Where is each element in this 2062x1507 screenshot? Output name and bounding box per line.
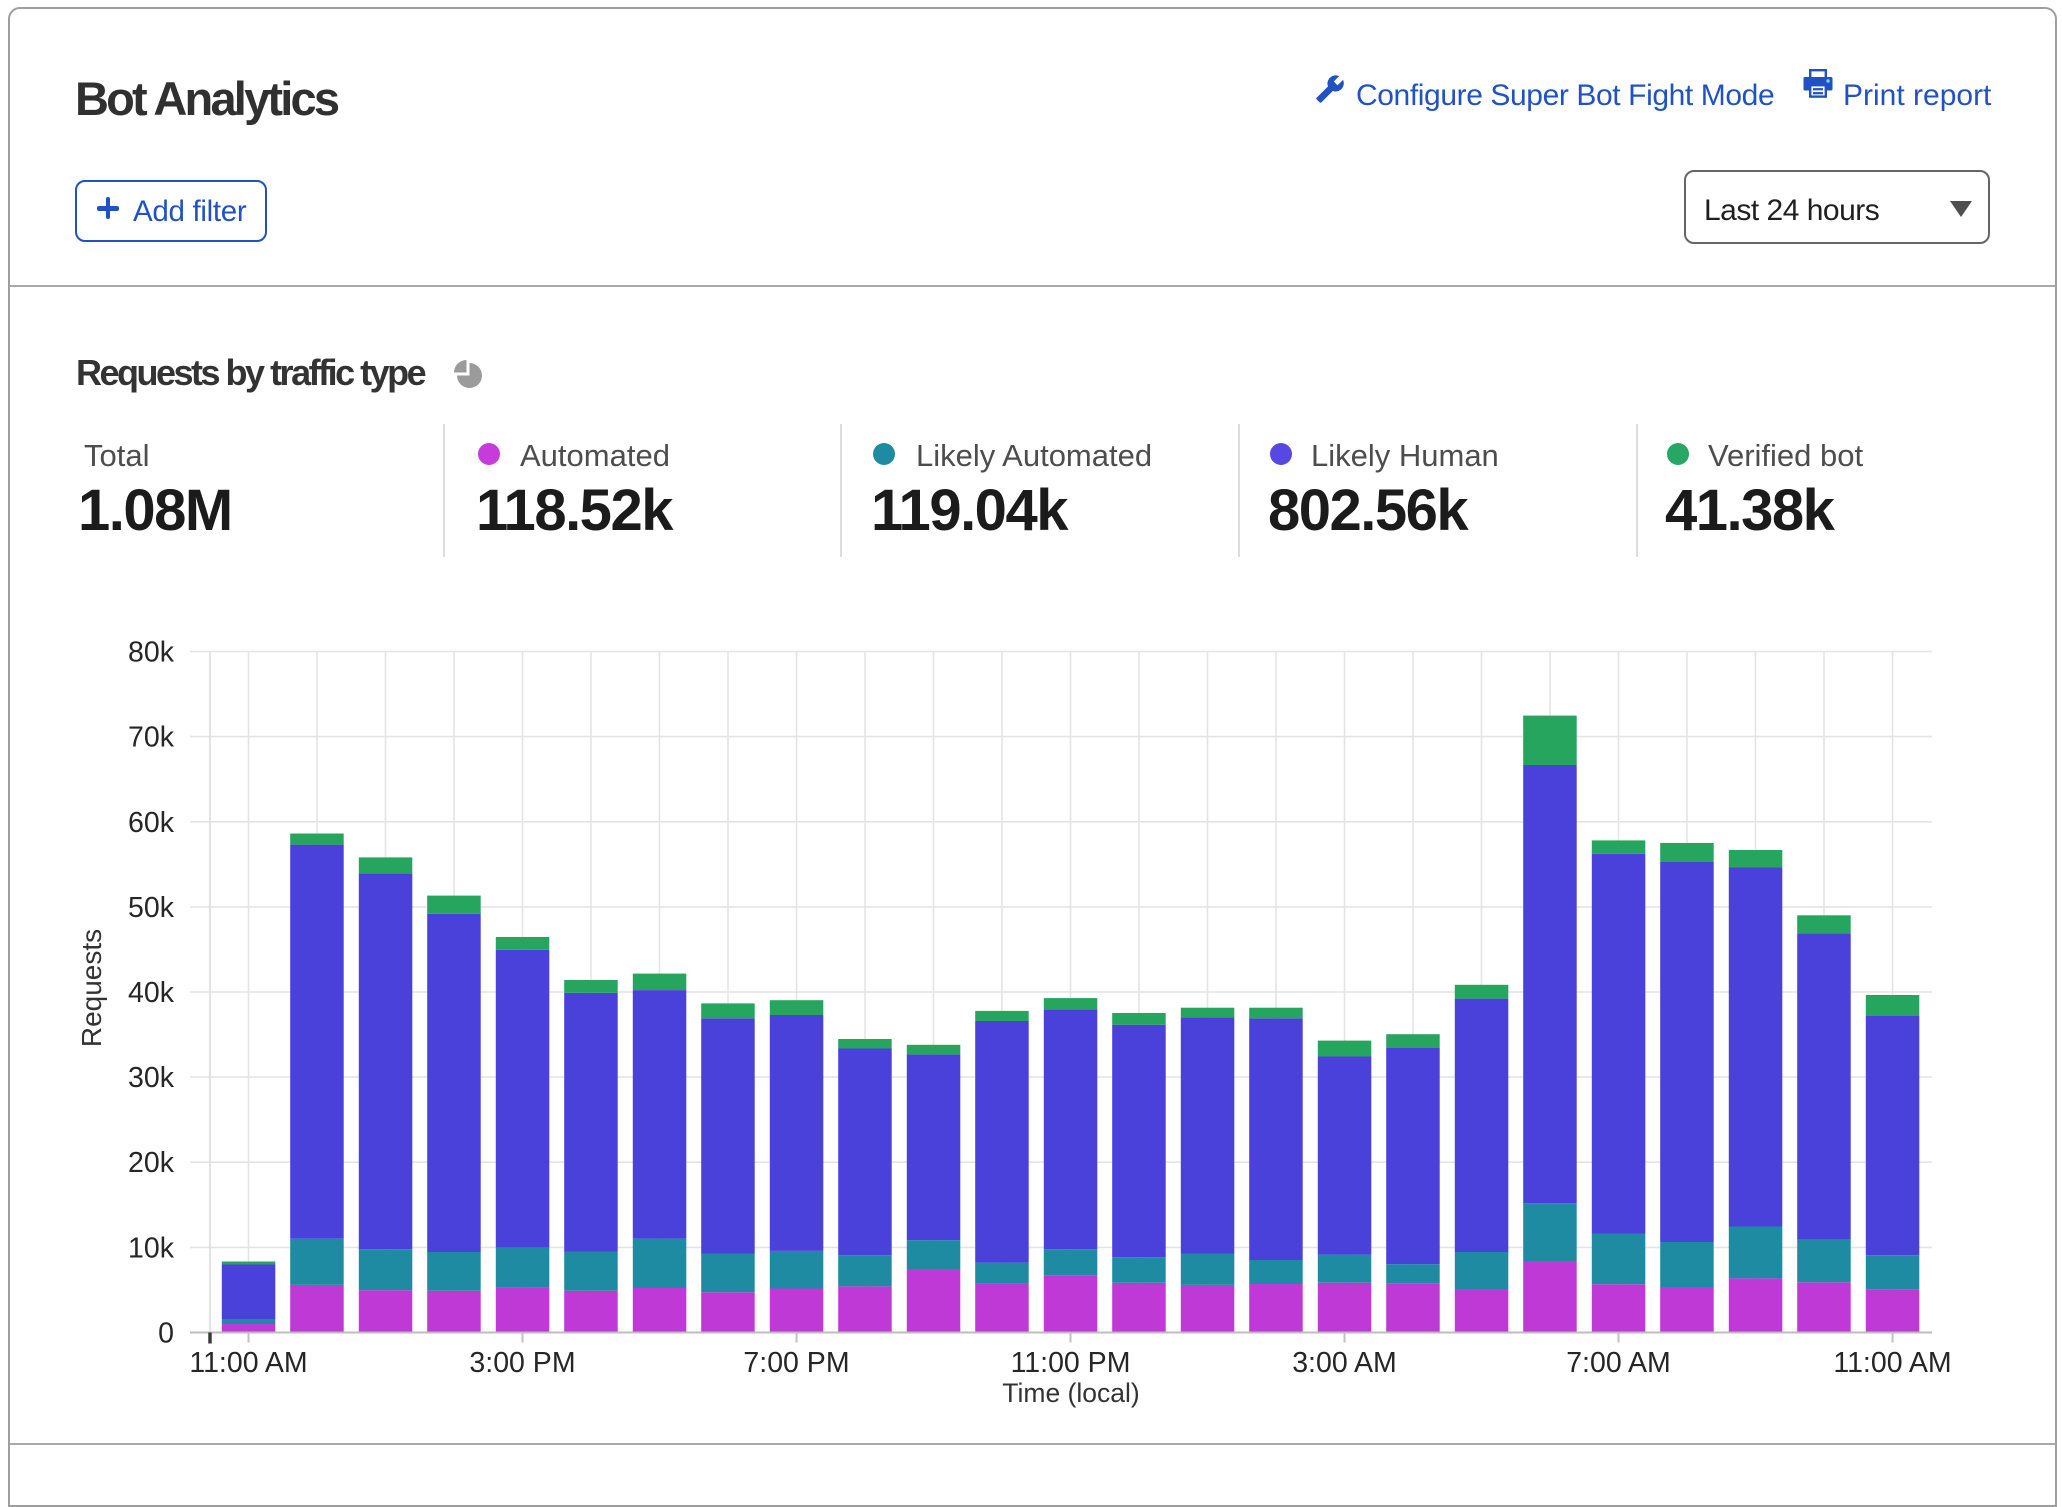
svg-text:20k: 20k <box>128 1147 175 1179</box>
svg-text:0: 0 <box>158 1318 174 1350</box>
svg-text:7:00 PM: 7:00 PM <box>743 1347 849 1379</box>
svg-text:40k: 40k <box>128 977 175 1009</box>
svg-text:70k: 70k <box>128 722 175 754</box>
svg-text:7:00 AM: 7:00 AM <box>1566 1347 1671 1379</box>
svg-text:80k: 80k <box>128 637 175 669</box>
svg-text:11:00 AM: 11:00 AM <box>189 1347 307 1379</box>
svg-text:60k: 60k <box>128 807 175 839</box>
svg-text:3:00 AM: 3:00 AM <box>1292 1347 1397 1379</box>
svg-text:Time (local): Time (local) <box>1002 1378 1139 1408</box>
svg-text:11:00 AM: 11:00 AM <box>1833 1347 1951 1379</box>
svg-text:10k: 10k <box>128 1232 175 1264</box>
svg-text:11:00 PM: 11:00 PM <box>1011 1347 1131 1379</box>
svg-text:3:00 PM: 3:00 PM <box>469 1347 575 1379</box>
svg-text:50k: 50k <box>128 892 175 924</box>
svg-text:Requests: Requests <box>76 929 107 1047</box>
svg-text:30k: 30k <box>128 1062 175 1094</box>
